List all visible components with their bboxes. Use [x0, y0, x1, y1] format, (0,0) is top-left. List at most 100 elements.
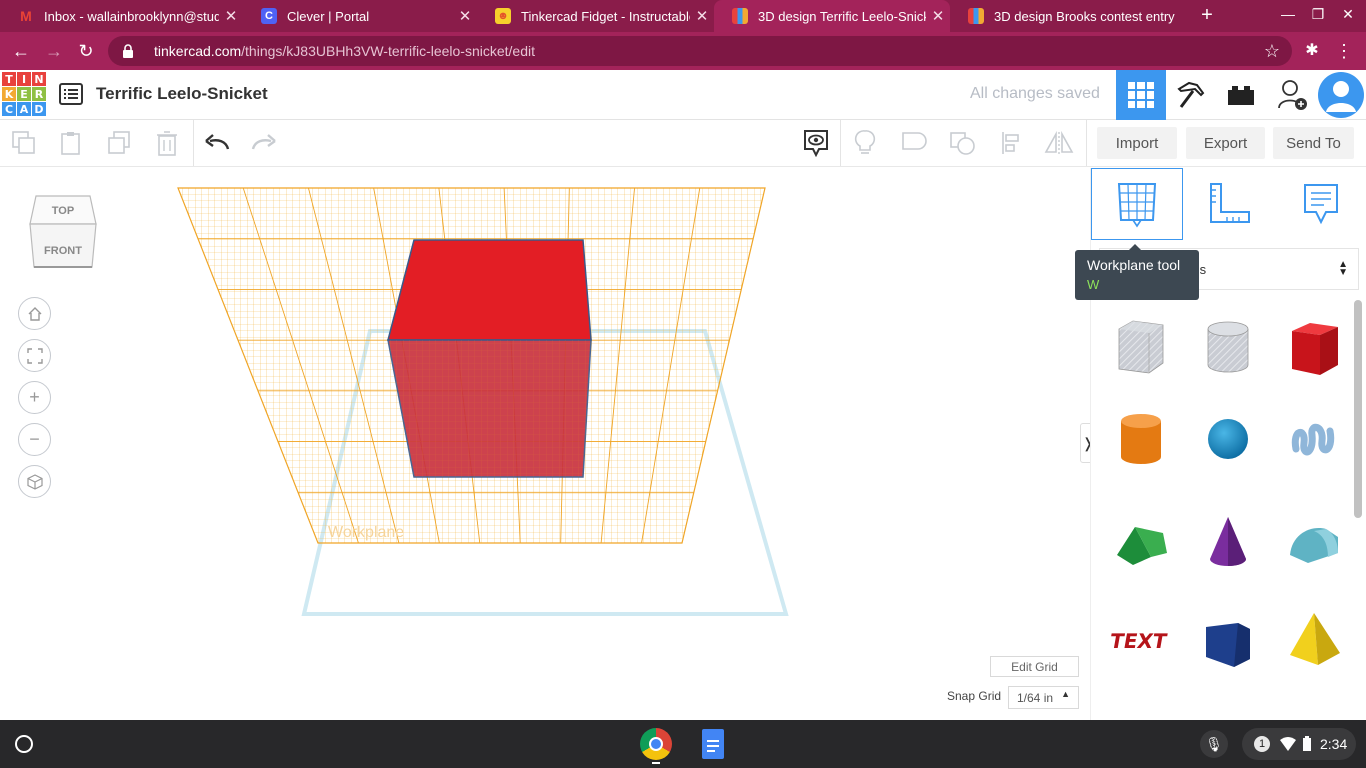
- 3d-viewport[interactable]: Workplane TOP FRONT + − ❭ Edit Grid Snap…: [0, 168, 1090, 720]
- lock-icon: [123, 44, 133, 58]
- ungroup-button[interactable]: [944, 126, 980, 160]
- redo-button[interactable]: [246, 126, 282, 160]
- battery-icon: [1303, 736, 1311, 751]
- logo-letter: E: [17, 87, 31, 101]
- view-cube-graphic[interactable]: [28, 192, 98, 272]
- lightbulb-button[interactable]: [847, 126, 883, 160]
- import-button[interactable]: Import: [1097, 127, 1177, 159]
- undo-button[interactable]: [199, 126, 235, 160]
- delete-button[interactable]: [149, 126, 185, 160]
- url-path: /things/kJ83UBHh3VW-terrific-leelo-snick…: [241, 43, 536, 59]
- save-status: All changes saved: [970, 85, 1100, 102]
- back-icon[interactable]: ←: [10, 40, 32, 62]
- view-cube-top[interactable]: TOP: [28, 205, 98, 217]
- send-to-button[interactable]: Send To: [1273, 127, 1354, 159]
- design-title[interactable]: Terrific Leelo-Snicket: [96, 84, 268, 104]
- notes-tool-button[interactable]: [1275, 168, 1366, 240]
- roof-shape[interactable]: [1106, 506, 1176, 576]
- docs-app-icon[interactable]: [702, 729, 724, 759]
- workplane-tool-button[interactable]: [1091, 168, 1183, 240]
- copy-button[interactable]: [6, 126, 42, 160]
- home-icon: [28, 306, 41, 321]
- shapes-panel: s ▲ ▼ Workplane tool W TEXT: [1075, 168, 1366, 720]
- fit-view-button[interactable]: [18, 339, 51, 372]
- view-cube[interactable]: TOP FRONT: [28, 192, 98, 272]
- tinkercad-icon: [732, 8, 748, 24]
- add-user-icon: [1278, 80, 1307, 110]
- zoom-out-button[interactable]: −: [18, 423, 51, 456]
- launcher-button[interactable]: [15, 735, 33, 753]
- notification-badge[interactable]: 1: [1254, 736, 1270, 752]
- microphone-icon[interactable]: 🎙: [1200, 730, 1228, 758]
- cone-icon: [1210, 517, 1246, 566]
- paste-button[interactable]: [53, 126, 89, 160]
- pyramid-shape[interactable]: [1279, 604, 1349, 674]
- box-hole-shape[interactable]: [1106, 312, 1176, 382]
- scene-canvas[interactable]: Workplane: [0, 168, 1090, 720]
- tab-gmail[interactable]: M Inbox - wallainbrooklynn@stude ✕: [0, 0, 243, 32]
- zoom-in-button[interactable]: +: [18, 381, 51, 414]
- redo-icon: [251, 134, 276, 150]
- duplicate-button[interactable]: [101, 126, 137, 160]
- tab-instructables[interactable]: ☻ Tinkercad Fidget - Instructables ✕: [477, 0, 714, 32]
- tab-tinkercad-brooks[interactable]: 3D design Brooks contest entry: [950, 0, 1186, 32]
- close-icon[interactable]: ✕: [453, 7, 477, 25]
- round-roof-icon: [1290, 528, 1338, 563]
- snap-grid-label: Snap Grid: [947, 689, 1002, 703]
- perspective-button[interactable]: [18, 465, 51, 498]
- avatar-icon: [1318, 72, 1364, 118]
- home-view-button[interactable]: [18, 297, 51, 330]
- speech-eye-icon: [804, 130, 828, 157]
- lightbulb-icon: [854, 130, 876, 154]
- tab-clever[interactable]: C Clever | Portal ✕: [243, 0, 477, 32]
- minimize-icon[interactable]: —: [1276, 6, 1300, 22]
- close-icon[interactable]: ✕: [690, 7, 714, 25]
- close-icon[interactable]: ✕: [926, 7, 950, 25]
- scribble-shape[interactable]: [1279, 404, 1349, 474]
- sphere-shape[interactable]: [1193, 404, 1263, 474]
- cylinder-hole-shape[interactable]: [1193, 312, 1263, 382]
- tab-tinkercad-active[interactable]: 3D design Terrific Leelo-Snicket ✕: [714, 0, 950, 32]
- ruler-tool-button[interactable]: [1183, 168, 1275, 240]
- restore-icon[interactable]: ❐: [1306, 6, 1330, 23]
- red-box-shape[interactable]: [387, 239, 592, 478]
- panel-scrollbar[interactable]: [1354, 300, 1362, 518]
- edit-grid-button[interactable]: Edit Grid: [990, 656, 1079, 677]
- design-list-icon[interactable]: [59, 83, 83, 105]
- extensions-icon[interactable]: ✱: [1301, 40, 1323, 62]
- group-button[interactable]: [896, 126, 932, 160]
- notes-toggle-button[interactable]: [798, 126, 834, 160]
- mirror-button[interactable]: [1041, 126, 1077, 160]
- menu-kebab-icon[interactable]: ⋮: [1333, 40, 1355, 62]
- close-icon[interactable]: ✕: [219, 7, 243, 25]
- collapse-panel-button[interactable]: ❭: [1080, 423, 1090, 463]
- cylinder-shape[interactable]: [1106, 404, 1176, 474]
- round-roof-shape[interactable]: [1279, 506, 1349, 576]
- tinkercad-logo[interactable]: T I N K E R C A D: [2, 72, 46, 116]
- bookmark-star-icon[interactable]: ☆: [1261, 40, 1283, 62]
- blocks-minecraft-button[interactable]: [1166, 70, 1216, 120]
- address-bar[interactable]: tinkercad.com/things/kJ83UBHh3VW-terrifi…: [108, 36, 1292, 66]
- 3d-view-button[interactable]: [1116, 70, 1166, 120]
- align-button[interactable]: [993, 126, 1029, 160]
- logo-letter: K: [2, 87, 16, 101]
- bricks-lego-button[interactable]: [1216, 70, 1266, 120]
- new-tab-button[interactable]: +: [1195, 4, 1219, 28]
- box-shape[interactable]: [1279, 312, 1349, 382]
- reload-icon[interactable]: ↻: [75, 40, 97, 62]
- logo-letter: C: [2, 102, 16, 116]
- cone-shape[interactable]: [1193, 506, 1263, 576]
- text-shape[interactable]: TEXT: [1106, 604, 1176, 674]
- user-avatar[interactable]: [1316, 70, 1366, 120]
- export-button[interactable]: Export: [1186, 127, 1265, 159]
- forward-icon[interactable]: →: [43, 40, 65, 62]
- snap-grid-select[interactable]: 1/64 in ▲: [1008, 686, 1079, 709]
- workplane-tooltip: Workplane tool W: [1075, 244, 1199, 300]
- cylinder-hole-icon: [1207, 321, 1249, 373]
- chrome-app-icon[interactable]: [640, 728, 672, 760]
- view-cube-front[interactable]: FRONT: [28, 245, 98, 257]
- wedge-icon: [1206, 623, 1250, 667]
- add-collaborator-button[interactable]: [1268, 70, 1318, 120]
- close-window-icon[interactable]: ✕: [1336, 6, 1360, 23]
- wedge-shape[interactable]: [1193, 604, 1263, 674]
